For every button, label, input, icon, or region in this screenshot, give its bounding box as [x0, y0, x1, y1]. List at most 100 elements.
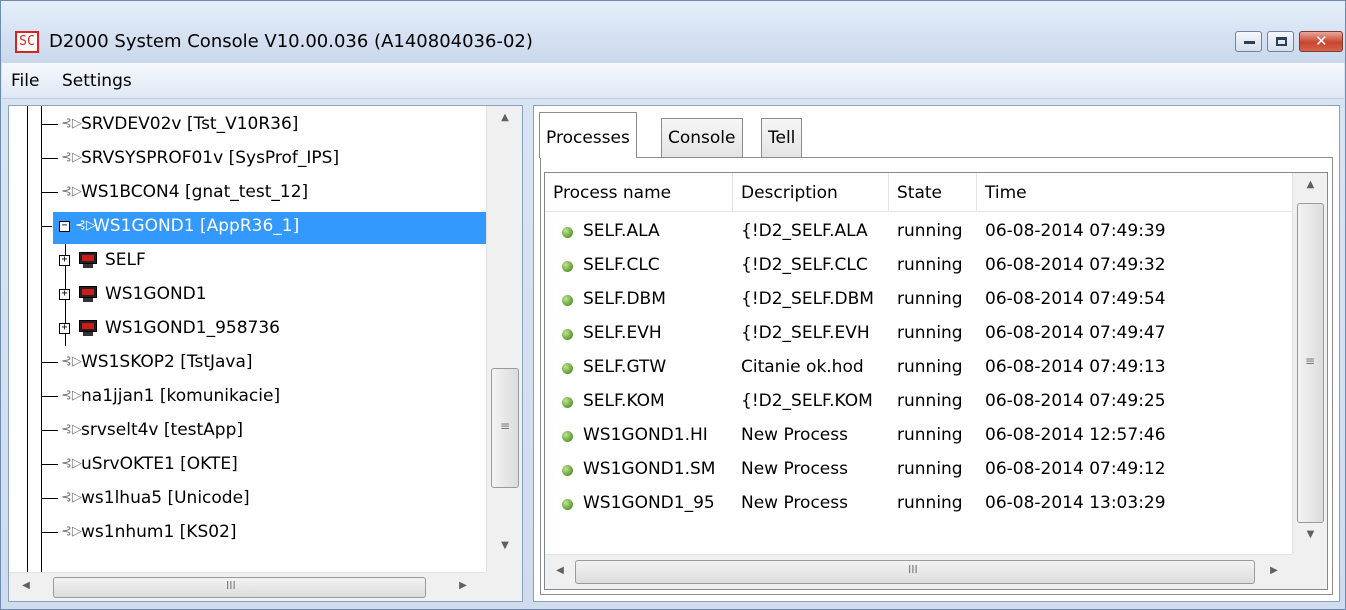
tree-line: [42, 396, 58, 397]
scroll-right-icon[interactable]: ▶: [456, 580, 470, 591]
process-row[interactable]: WS1GOND1.HI New Process running 06-08-2014 …: [545, 418, 1292, 452]
menu-settings[interactable]: Settings: [62, 71, 132, 91]
process-name-cell: WS1GOND1.HI: [583, 425, 708, 445]
tree-line: [42, 192, 58, 193]
scroll-up-icon[interactable]: ▲: [487, 112, 523, 123]
list-horizontal-scrollbar[interactable]: ◀ III ▶: [545, 554, 1292, 589]
time-cell: 06-08-2014 12:57:46: [985, 425, 1166, 445]
description-cell: New Process: [741, 459, 848, 479]
connection-icon: ⊰▷: [61, 422, 82, 437]
tree-line: [42, 498, 58, 499]
process-row[interactable]: WS1GOND1.SM New Process running 06-08-2014 …: [545, 452, 1292, 486]
close-button[interactable]: ✕: [1299, 31, 1343, 52]
expand-icon[interactable]: +: [59, 255, 70, 266]
tree-item-label: WS1SKOP2 [TstJava]: [81, 352, 253, 372]
scroll-right-icon[interactable]: ▶: [1267, 565, 1281, 576]
process-row[interactable]: WS1GOND1_95 New Process running 06-08-2014 …: [545, 486, 1292, 520]
status-running-icon: [562, 397, 573, 408]
time-cell: 06-08-2014 07:49:13: [985, 357, 1166, 377]
tree-item-label: SRVDEV02v [Tst_V10R36]: [81, 114, 299, 134]
description-cell: New Process: [741, 493, 848, 513]
column-header-time[interactable]: Time: [977, 173, 1292, 212]
tree-item-connection[interactable]: ⊰▷ SRVSYSPROF01v [SysProf_IPS]: [9, 142, 486, 176]
grip-icon: III: [908, 563, 918, 576]
tree-item-label: SRVSYSPROF01v [SysProf_IPS]: [81, 148, 340, 168]
minimize-icon: [1244, 41, 1255, 44]
minimize-button[interactable]: [1235, 31, 1262, 52]
tree-item-connection[interactable]: ⊰▷ ws1nhum1 [KS02]: [9, 516, 486, 550]
window-title: D2000 System Console V10.00.036 (A140804…: [49, 31, 533, 52]
title-bar[interactable]: SC D2000 System Console V10.00.036 (A140…: [1, 1, 1345, 63]
connection-icon: ⊰▷: [75, 218, 96, 233]
tree-item-connection[interactable]: ⊰▷ SRVDEV02v [Tst_V10R36]: [9, 108, 486, 142]
status-running-icon: [562, 363, 573, 374]
tree-item-connection[interactable]: − ⊰▷ WS1GOND1 [AppR36_1]: [9, 210, 486, 244]
tree-line: [42, 124, 58, 125]
tree-line: [42, 532, 58, 533]
monitor-icon: [79, 320, 97, 336]
tree-item-label: WS1GOND1_958736: [105, 318, 280, 338]
process-list[interactable]: Process name Description State Time SELF…: [544, 172, 1328, 590]
connection-icon: ⊰▷: [61, 490, 82, 505]
tree-hscroll-thumb[interactable]: III: [53, 577, 426, 598]
process-row[interactable]: SELF.DBM {!D2_SELF.DBM running 06-08-2014 0…: [545, 282, 1292, 316]
process-row[interactable]: SELF.CLC {!D2_SELF.CLC running 06-08-2014 0…: [545, 248, 1292, 282]
tree-item-connection[interactable]: ⊰▷ WS1BCON4 [gnat_test_12]: [9, 176, 486, 210]
scroll-left-icon[interactable]: ◀: [553, 565, 567, 576]
process-name-cell: SELF.DBM: [583, 289, 666, 309]
connection-icon: ⊰▷: [61, 184, 82, 199]
connection-icon: ⊰▷: [61, 354, 82, 369]
tree-view[interactable]: ⊰▷ SRVDEV02v [Tst_V10R36] ⊰▷ SRVSYSPROF01v …: [9, 106, 486, 572]
scroll-down-icon[interactable]: ▼: [487, 540, 523, 551]
time-cell: 06-08-2014 07:49:12: [985, 459, 1166, 479]
scroll-up-icon[interactable]: ▲: [1293, 179, 1327, 190]
tree-horizontal-scrollbar[interactable]: ◀ III ▶: [9, 572, 486, 601]
grip-icon: ≡: [1305, 354, 1316, 368]
tab-console[interactable]: Console: [661, 118, 743, 157]
process-row[interactable]: SELF.KOM {!D2_SELF.KOM running 06-08-2014 0…: [545, 384, 1292, 418]
list-vertical-scrollbar[interactable]: ▲ ≡ ▼: [1292, 173, 1327, 554]
monitor-icon: [79, 286, 97, 302]
scroll-corner: [1292, 554, 1327, 589]
process-row[interactable]: SELF.GTW Citanie ok.hod running 06-08-2014 …: [545, 350, 1292, 384]
state-cell: running: [897, 493, 963, 513]
tree-item-connection[interactable]: ⊰▷ na1jjan1 [komunikacie]: [9, 380, 486, 414]
tree-line: [42, 226, 52, 227]
tree-vertical-scrollbar[interactable]: ▲ ≡ ▼: [486, 106, 522, 572]
tree-item-connection[interactable]: ⊰▷ uSrvOKTE1 [OKTE]: [9, 448, 486, 482]
tree-item-process-host[interactable]: + WS1GOND1: [9, 278, 486, 312]
scroll-down-icon[interactable]: ▼: [1293, 529, 1327, 540]
tab-tell[interactable]: Tell: [761, 118, 803, 157]
status-running-icon: [562, 261, 573, 272]
process-row[interactable]: SELF.ALA {!D2_SELF.ALA running 06-08-2014 0…: [545, 214, 1292, 248]
menu-file[interactable]: File: [11, 71, 39, 91]
process-row[interactable]: SELF.EVH {!D2_SELF.EVH running 06-08-2014 0…: [545, 316, 1292, 350]
connection-tree[interactable]: ⊰▷ SRVDEV02v [Tst_V10R36] ⊰▷ SRVSYSPROF01v …: [8, 105, 523, 602]
tree-scroll-thumb[interactable]: ≡: [491, 368, 519, 488]
column-header-description[interactable]: Description: [733, 173, 889, 212]
scroll-left-icon[interactable]: ◀: [19, 580, 33, 591]
maximize-button[interactable]: [1267, 31, 1294, 52]
tree-item-connection[interactable]: ⊰▷ ws1lhua5 [Unicode]: [9, 482, 486, 516]
tree-item-connection[interactable]: ⊰▷ srvselt4v [testApp]: [9, 414, 486, 448]
tree-item-connection[interactable]: ⊰▷ WS1SKOP2 [TstJava]: [9, 346, 486, 380]
tab-processes[interactable]: Processes: [539, 112, 637, 158]
list-header: Process name Description State Time: [545, 173, 1292, 212]
connection-icon: ⊰▷: [61, 150, 82, 165]
description-cell: {!D2_SELF.DBM: [741, 289, 874, 309]
list-scroll-thumb[interactable]: ≡: [1297, 203, 1324, 523]
tree-item-label: WS1BCON4 [gnat_test_12]: [81, 182, 309, 202]
collapse-icon[interactable]: −: [59, 221, 70, 232]
expand-icon[interactable]: +: [59, 323, 70, 334]
state-cell: running: [897, 459, 963, 479]
monitor-icon: [79, 252, 97, 268]
tree-item-process-host[interactable]: + SELF: [9, 244, 486, 278]
process-name-cell: WS1GOND1_95: [583, 493, 715, 513]
tree-item-process-host[interactable]: + WS1GOND1_958736: [9, 312, 486, 346]
processes-tab-content: Process name Description State Time SELF…: [540, 157, 1333, 595]
status-running-icon: [562, 227, 573, 238]
column-header-process-name[interactable]: Process name: [545, 173, 733, 212]
expand-icon[interactable]: +: [59, 289, 70, 300]
list-hscroll-thumb[interactable]: III: [575, 560, 1255, 584]
column-header-state[interactable]: State: [889, 173, 977, 212]
